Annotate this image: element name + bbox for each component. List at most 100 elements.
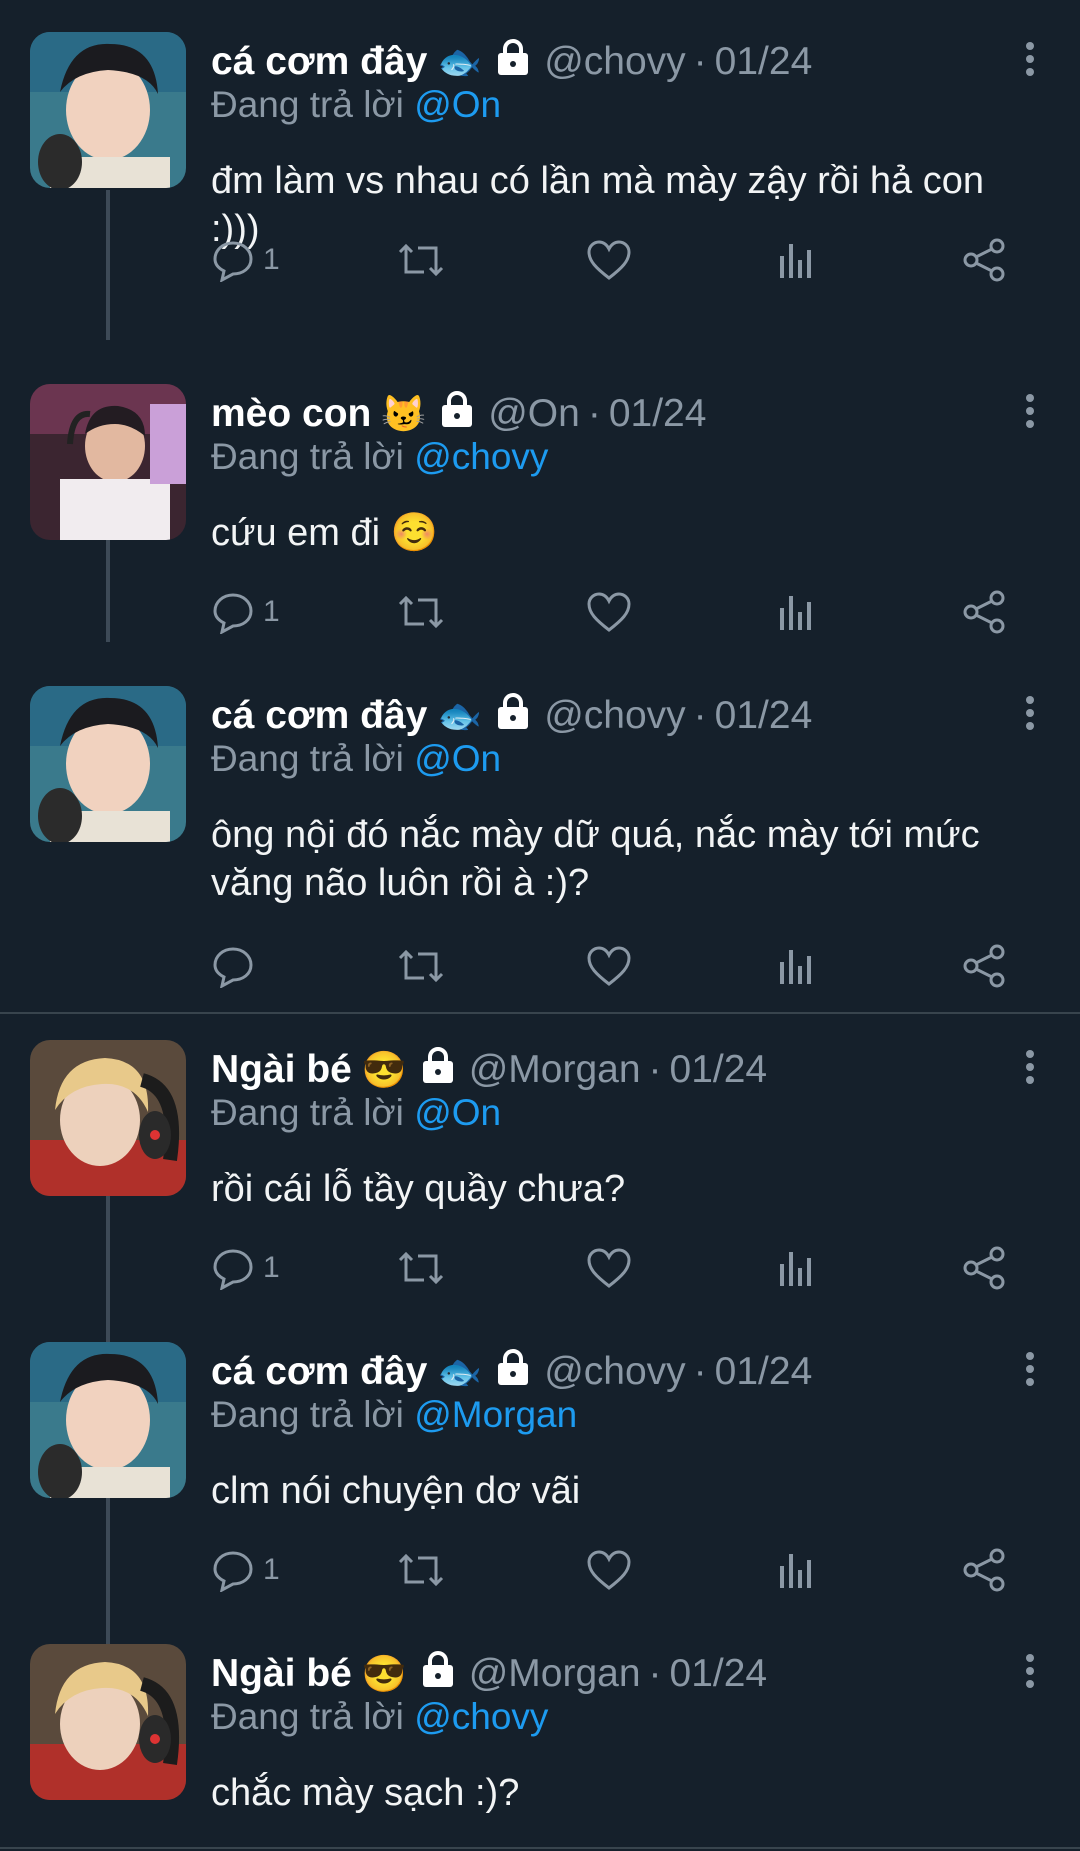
separator-dot: ·: [587, 392, 601, 435]
retweet-button[interactable]: [396, 1545, 446, 1595]
retweet-icon: [396, 590, 446, 634]
mention-link[interactable]: @On: [414, 84, 501, 125]
mention-link[interactable]: @Morgan: [414, 1394, 577, 1435]
retweet-button[interactable]: [396, 587, 446, 637]
action-bar: 1: [211, 587, 1031, 637]
share-button[interactable]: [961, 941, 1007, 991]
user-handle[interactable]: @chovy: [544, 40, 685, 84]
lock-icon: [421, 1651, 455, 1697]
replying-to: Đang trả lời @chovy: [211, 436, 549, 477]
like-button[interactable]: [586, 587, 632, 637]
tweet-text: clm nói chuyện dơ vãi: [211, 1470, 581, 1512]
display-name[interactable]: mèo con: [211, 392, 371, 436]
mention-link[interactable]: @chovy: [414, 1696, 548, 1737]
retweet-button[interactable]: [396, 1243, 446, 1293]
user-handle[interactable]: @Morgan: [469, 1048, 641, 1092]
like-button[interactable]: [586, 941, 632, 991]
name-emoji: 😎: [361, 1653, 407, 1694]
tweet-date[interactable]: 01/24: [670, 1652, 768, 1696]
tweet-text: chắc mày sạch :)?: [211, 1772, 520, 1814]
action-bar: 1: [211, 1243, 1031, 1293]
share-button[interactable]: [961, 1243, 1007, 1293]
like-button[interactable]: [586, 235, 632, 285]
like-button[interactable]: [586, 1243, 632, 1293]
heart-icon: [586, 590, 632, 634]
more-options-icon[interactable]: [1020, 690, 1040, 740]
avatar[interactable]: [30, 1644, 186, 1800]
name-emoji: 😼: [381, 393, 427, 434]
user-handle[interactable]: @chovy: [544, 694, 685, 738]
tweet-date[interactable]: 01/24: [715, 1350, 813, 1394]
replying-to: Đang trả lời @On: [211, 1092, 502, 1133]
user-handle[interactable]: @On: [488, 392, 580, 436]
views-icon: [776, 590, 816, 634]
share-icon: [961, 1246, 1007, 1290]
avatar[interactable]: [30, 32, 186, 188]
views-icon: [776, 1548, 816, 1592]
mention-link[interactable]: @On: [414, 738, 501, 779]
tweet-date[interactable]: 01/24: [715, 694, 813, 738]
display-name[interactable]: cá cơm đây: [211, 694, 427, 738]
reply-count: 1: [263, 595, 280, 628]
retweet-icon: [396, 1548, 446, 1592]
avatar[interactable]: [30, 1040, 186, 1196]
views-button[interactable]: [776, 941, 816, 991]
replying-to: Đang trả lời @On: [211, 738, 502, 779]
retweet-button[interactable]: [396, 941, 446, 991]
share-button[interactable]: [961, 1545, 1007, 1595]
share-icon: [961, 590, 1007, 634]
name-emoji: 🐟: [437, 41, 483, 82]
views-button[interactable]: [776, 587, 816, 637]
more-options-icon[interactable]: [1020, 388, 1040, 438]
mention-link[interactable]: @On: [414, 1092, 501, 1133]
tweet-date[interactable]: 01/24: [715, 40, 813, 84]
views-button[interactable]: [776, 1243, 816, 1293]
display-name[interactable]: cá cơm đây: [211, 1350, 427, 1394]
reply-button[interactable]: 1: [211, 1243, 280, 1293]
avatar[interactable]: [30, 384, 186, 540]
reply-button[interactable]: [211, 941, 263, 991]
bottom-divider: [0, 1847, 1080, 1849]
mention-link[interactable]: @chovy: [414, 436, 548, 477]
heart-icon: [586, 944, 632, 988]
tweet-text: cứu em đi ☺️: [211, 512, 438, 554]
lock-icon: [440, 391, 474, 437]
like-button[interactable]: [586, 1545, 632, 1595]
display-name[interactable]: cá cơm đây: [211, 40, 427, 84]
tweet-date[interactable]: 01/24: [609, 392, 707, 436]
tweet-text: rồi cái lỗ tầy quầy chưa?: [211, 1168, 626, 1210]
reply-button[interactable]: 1: [211, 1545, 280, 1595]
reply-icon: [211, 1246, 255, 1290]
views-button[interactable]: [776, 1545, 816, 1595]
heart-icon: [586, 238, 632, 282]
reply-button[interactable]: 1: [211, 235, 280, 285]
separator-dot: ·: [693, 694, 707, 737]
replying-to: Đang trả lời @Morgan: [211, 1394, 578, 1435]
user-handle[interactable]: @chovy: [544, 1350, 685, 1394]
more-options-icon[interactable]: [1020, 36, 1040, 86]
name-emoji: 😎: [361, 1049, 407, 1090]
share-button[interactable]: [961, 587, 1007, 637]
separator-dot: ·: [648, 1652, 662, 1695]
action-bar: 1: [211, 1545, 1031, 1595]
user-handle[interactable]: @Morgan: [469, 1652, 641, 1696]
tweet-text: ông nội đó nắc mày dữ quá, nắc mày tới m…: [211, 814, 980, 904]
more-options-icon[interactable]: [1020, 1648, 1040, 1698]
reply-icon: [211, 944, 255, 988]
name-emoji: 🐟: [437, 1351, 483, 1392]
reply-button[interactable]: 1: [211, 587, 280, 637]
more-options-icon[interactable]: [1020, 1346, 1040, 1396]
display-name[interactable]: Ngài bé: [211, 1652, 352, 1696]
retweet-button[interactable]: [396, 235, 446, 285]
avatar[interactable]: [30, 686, 186, 842]
lock-icon: [496, 693, 530, 739]
views-button[interactable]: [776, 235, 816, 285]
separator-dot: ·: [693, 1350, 707, 1393]
avatar[interactable]: [30, 1342, 186, 1498]
tweet-date[interactable]: 01/24: [670, 1048, 768, 1092]
more-options-icon[interactable]: [1020, 1044, 1040, 1094]
display-name[interactable]: Ngài bé: [211, 1048, 352, 1092]
share-button[interactable]: [961, 235, 1007, 285]
reply-icon: [211, 238, 255, 282]
replying-to: Đang trả lời @chovy: [211, 1696, 549, 1737]
